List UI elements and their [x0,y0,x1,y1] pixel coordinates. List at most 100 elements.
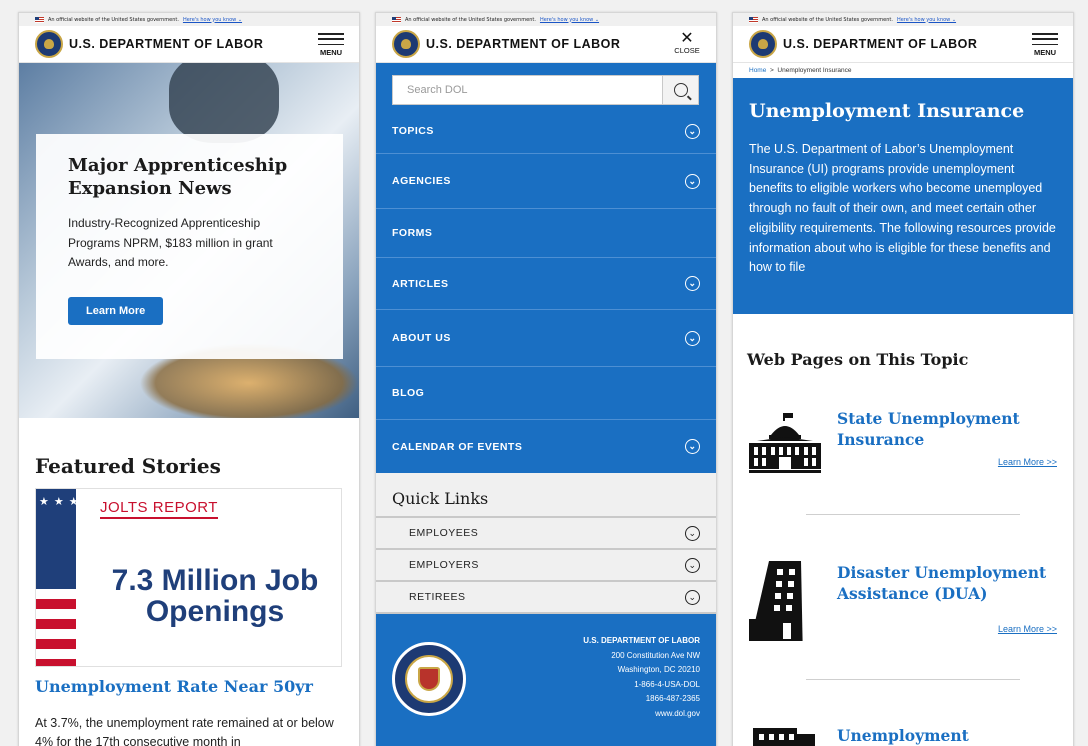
site-header: U.S. DEPARTMENT OF LABOR ✕ CLOSE [376,26,716,63]
gov-banner-text: An official website of the United States… [405,16,536,23]
quick-link-employers[interactable]: EMPLOYERS ⌄ [376,550,716,582]
us-flag-icon [392,16,401,23]
quick-links: Quick Links EMPLOYEES ⌄ EMPLOYERS ⌄ RETIRE… [376,473,716,614]
chevron-down-icon[interactable]: ⌄ [685,525,700,541]
footer-phone-numeric[interactable]: 1866-487-2365 [583,692,700,707]
dol-seal-icon[interactable] [392,30,420,58]
chevron-down-icon[interactable]: ⌄ [685,557,700,573]
footer-org: U.S. DEPARTMENT OF LABOR [583,636,700,645]
nav-item-label: FORMS [392,227,433,239]
web-pages-heading: Web Pages on This Topic [747,350,969,369]
hero-banner: Major Apprenticeship Expansion News Indu… [19,63,359,418]
quick-link-employees[interactable]: EMPLOYEES ⌄ [376,518,716,550]
us-flag-icon [749,16,758,23]
story-title-link[interactable]: Unemployment Rate Near 50yr [35,677,343,696]
nav-menu: Search DOL TOPICS ⌄ AGENCIES ⌄ FORMS ARTIC… [376,63,716,473]
nav-item-label: AGENCIES [392,175,451,187]
close-button[interactable]: ✕ CLOSE [672,30,702,56]
hamburger-icon [317,32,345,46]
heres-how-link[interactable]: Here's how you know ⌄ [183,17,242,23]
dol-seal-icon[interactable] [35,30,63,58]
story-text: At 3.7%, the unemployment rate remained … [35,716,334,746]
nav-item-agencies[interactable]: AGENCIES ⌄ [376,154,716,209]
search-bar: Search DOL [376,63,716,109]
quick-link-label: EMPLOYEES [409,527,479,539]
close-icon: ✕ [680,30,694,47]
search-button[interactable] [662,75,699,105]
gov-banner: An official website of the United States… [733,13,1073,26]
learn-more-link[interactable]: Learn More >> [998,624,1057,634]
page-title: Unemployment Insurance [749,100,1025,122]
site-title[interactable]: U.S. DEPARTMENT OF LABOR [426,37,620,51]
footer-city: Washington, DC 20210 [617,665,700,674]
topic-hero: Unemployment Insurance The U.S. Departme… [733,78,1073,314]
quick-links-heading: Quick Links [376,473,716,518]
hero-card: Major Apprenticeship Expansion News Indu… [36,134,343,359]
nav-item-about-us[interactable]: ABOUT US ⌄ [376,310,716,367]
dol-seal-large-icon [392,642,466,716]
topic-title-link[interactable]: State Unemployment Insurance [837,409,1057,450]
footer-phone[interactable]: 1-866-4-USA-DOL [583,678,700,693]
learn-more-button[interactable]: Learn More [68,296,164,325]
home-screen: An official website of the United States… [18,12,360,746]
damaged-building-icon [749,561,803,641]
nav-item-label: TOPICS [392,125,434,137]
hamburger-icon [1031,32,1059,46]
gov-banner-text: An official website of the United States… [762,16,893,23]
nav-item-articles[interactable]: ARTICLES ⌄ [376,258,716,310]
nav-item-label: ARTICLES [392,277,449,290]
jolts-headline: 7.3 Million Job Openings [111,564,319,628]
learn-more-link[interactable]: Learn More >> [998,457,1057,467]
menu-button[interactable]: MENU [1031,32,1059,57]
featured-heading: Featured Stories [35,454,221,478]
nav-item-calendar[interactable]: CALENDAR OF EVENTS ⌄ [376,420,716,473]
breadcrumb-home-link[interactable]: Home [749,67,766,74]
quick-link-retirees[interactable]: RETIREES ⌄ [376,582,716,614]
menu-label: MENU [1033,48,1057,57]
jolts-tag: JOLTS REPORT [100,499,218,519]
chevron-down-icon[interactable]: ⌄ [685,276,700,291]
gov-banner: An official website of the United States… [19,13,359,26]
breadcrumb-current: Unemployment Insurance [777,67,852,74]
hero-body: Industry-Recognized Apprenticeship Progr… [68,216,273,269]
site-header: U.S. DEPARTMENT OF LABOR MENU [733,26,1073,63]
chevron-down-icon[interactable]: ⌄ [685,589,700,605]
chevron-down-icon[interactable]: ⌄ [685,439,700,454]
nav-item-topics[interactable]: TOPICS ⌄ [376,109,716,154]
nav-item-label: CALENDAR OF EVENTS [392,440,523,453]
heres-how-link[interactable]: Here's how you know ⌄ [897,17,956,23]
topic-title-link[interactable]: Unemployment [837,726,1057,746]
topic-title-link[interactable]: Disaster Unemployment Assistance (DUA) [837,563,1057,604]
search-input[interactable]: Search DOL [392,75,662,105]
hero-photo [169,63,279,143]
nav-item-label: ABOUT US [392,332,451,344]
nav-item-blog[interactable]: BLOG [376,367,716,420]
site-header: U.S. DEPARTMENT OF LABOR MENU [19,26,359,63]
breadcrumb-separator: > [769,67,774,74]
gov-banner: An official website of the United States… [376,13,716,26]
us-flag-icon [35,16,44,23]
jolts-report-image[interactable]: ★★★★★★★★★★★★★★★ JOLTS REPORT 7.3 Million… [35,488,342,667]
menu-screen: An official website of the United States… [375,12,717,746]
site-footer: U.S. DEPARTMENT OF LABOR 200 Constitutio… [376,614,716,746]
topic-card[interactable]: Unemployment [733,680,1073,746]
menu-button[interactable]: MENU [317,32,345,57]
close-label: CLOSE [674,46,700,55]
hero-title: Major Apprenticeship Expansion News [68,155,288,199]
breadcrumb: Home > Unemployment Insurance [733,63,1073,78]
footer-street: 200 Constitution Ave NW [611,650,700,660]
dol-seal-icon[interactable] [749,30,777,58]
site-title[interactable]: U.S. DEPARTMENT OF LABOR [69,37,263,51]
chevron-down-icon[interactable]: ⌄ [685,330,700,346]
topic-card[interactable]: Disaster Unemployment Assistance (DUA) L… [733,515,1073,679]
topic-card[interactable]: State Unemployment Insurance Learn More … [733,369,1073,514]
chevron-down-icon[interactable]: ⌄ [685,173,700,189]
chevron-down-icon[interactable]: ⌄ [685,123,700,139]
site-title[interactable]: U.S. DEPARTMENT OF LABOR [783,37,977,51]
nav-item-forms[interactable]: FORMS [376,209,716,258]
footer-website-link[interactable]: www.dol.gov [583,707,700,722]
gov-banner-text: An official website of the United States… [48,16,179,23]
heres-how-link[interactable]: Here's how you know ⌄ [540,17,599,23]
quick-link-label: EMPLOYERS [409,559,479,571]
flag-stars-icon: ★★★★★★★★★★★★★★★ [36,489,257,589]
